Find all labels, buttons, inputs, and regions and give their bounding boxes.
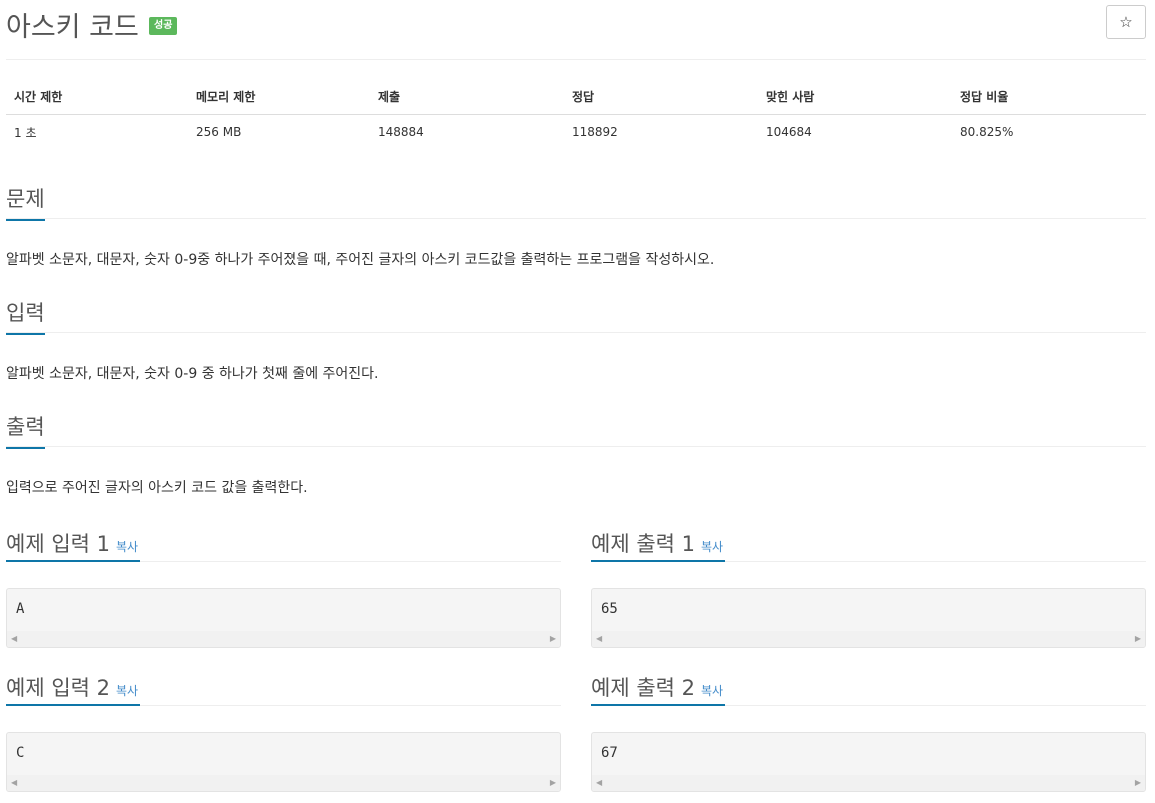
- sample-output-2-title: 예제 출력 2 복사: [591, 672, 726, 706]
- problem-title-row: 아스키 코드 성공 ☆: [6, 0, 1146, 60]
- sample-output-1-header: 예제 출력 1 복사: [591, 518, 1146, 562]
- scroll-right-arrow-icon[interactable]: ▶: [550, 778, 556, 787]
- time-limit-value: 1 초: [14, 125, 37, 140]
- sample-input-1: 예제 입력 1 복사 A ◀ ▶: [6, 518, 561, 648]
- sample-input-1-text: A: [16, 601, 25, 617]
- sample-output-1: 예제 출력 1 복사 65 ◀ ▶: [591, 518, 1146, 648]
- scroll-left-arrow-icon[interactable]: ◀: [11, 778, 17, 787]
- scroll-right-arrow-icon[interactable]: ▶: [1135, 778, 1141, 787]
- sample-output-2-box: 67 ◀ ▶: [591, 732, 1146, 792]
- copy-sample-input-2-link[interactable]: 복사: [116, 684, 138, 698]
- sample-input-2-title-text: 예제 입력 2: [6, 676, 110, 700]
- section-output-title: 출력: [6, 411, 45, 449]
- solved-users-value: 104684: [766, 125, 812, 140]
- page-title: 아스키 코드: [6, 12, 139, 43]
- section-input: 입력 알파벳 소문자, 대문자, 숫자 0-9 중 하나가 첫째 줄에 주어진다…: [6, 295, 1146, 383]
- table-header-row: 시간 제한 메모리 제한 제출 정답 맞힌 사람 정답 비율: [6, 80, 1146, 115]
- copy-sample-output-1-link[interactable]: 복사: [701, 540, 723, 554]
- star-icon: ☆: [1119, 13, 1133, 31]
- table-row: 1 초 256 MB 148884 118892 104684 80.825%: [6, 114, 1146, 150]
- copy-sample-output-2-link[interactable]: 복사: [701, 684, 723, 698]
- horizontal-scrollbar[interactable]: ◀ ▶: [592, 775, 1145, 791]
- accepted-value: 118892: [572, 125, 618, 140]
- header-accepted: 정답: [564, 80, 758, 115]
- section-input-header: 입력: [6, 295, 1146, 335]
- sample-input-1-header: 예제 입력 1 복사: [6, 518, 561, 562]
- scroll-left-arrow-icon[interactable]: ◀: [596, 634, 602, 643]
- horizontal-scrollbar[interactable]: ◀ ▶: [592, 631, 1145, 647]
- accept-ratio-value: 80.825%: [960, 125, 1014, 140]
- horizontal-scrollbar[interactable]: ◀ ▶: [7, 775, 560, 791]
- submissions-value: 148884: [378, 125, 424, 140]
- sample-input-1-title: 예제 입력 1 복사: [6, 528, 141, 562]
- section-description-text: 알파벳 소문자, 대문자, 숫자 0-9중 하나가 주어졌을 때, 주어진 글자…: [6, 252, 715, 268]
- memory-limit-value: 256 MB: [196, 125, 242, 140]
- header-submissions: 제출: [370, 80, 564, 115]
- scroll-left-arrow-icon[interactable]: ◀: [11, 634, 17, 643]
- scroll-right-arrow-icon[interactable]: ▶: [1135, 634, 1141, 643]
- header-time-limit: 시간 제한: [6, 80, 188, 115]
- sample-input-2-title: 예제 입력 2 복사: [6, 672, 141, 706]
- sample-output-1-title-text: 예제 출력 1: [591, 532, 695, 556]
- header-memory-limit: 메모리 제한: [188, 80, 370, 115]
- horizontal-scrollbar[interactable]: ◀ ▶: [7, 631, 560, 647]
- section-output-header: 출력: [6, 409, 1146, 449]
- header-accept-ratio: 정답 비율: [952, 80, 1146, 115]
- header-solved-users: 맞힌 사람: [758, 80, 952, 115]
- sample-output-2: 예제 출력 2 복사 67 ◀ ▶: [591, 662, 1146, 792]
- sample-output-1-title: 예제 출력 1 복사: [591, 528, 726, 562]
- section-input-text: 알파벳 소문자, 대문자, 숫자 0-9 중 하나가 첫째 줄에 주어진다.: [6, 366, 379, 382]
- scroll-right-arrow-icon[interactable]: ▶: [550, 634, 556, 643]
- section-description-header: 문제: [6, 181, 1146, 221]
- sample-output-1-text: 65: [601, 601, 618, 617]
- sample-input-2: 예제 입력 2 복사 C ◀ ▶: [6, 662, 561, 792]
- sample-output-2-text: 67: [601, 745, 618, 761]
- status-badge: 성공: [149, 17, 178, 35]
- scroll-left-arrow-icon[interactable]: ◀: [596, 778, 602, 787]
- copy-sample-input-1-link[interactable]: 복사: [116, 540, 138, 554]
- sample-input-1-title-text: 예제 입력 1: [6, 532, 110, 556]
- sample-output-2-title-text: 예제 출력 2: [591, 676, 695, 700]
- section-output-text: 입력으로 주어진 글자의 아스키 코드 값을 출력한다.: [6, 480, 308, 496]
- section-output: 출력 입력으로 주어진 글자의 아스키 코드 값을 출력한다.: [6, 409, 1146, 497]
- sample-input-2-text: C: [16, 745, 25, 761]
- sample-input-1-box: A ◀ ▶: [6, 588, 561, 648]
- section-input-title: 입력: [6, 297, 45, 335]
- section-description: 문제 알파벳 소문자, 대문자, 숫자 0-9중 하나가 주어졌을 때, 주어진…: [6, 181, 1146, 269]
- sample-input-2-header: 예제 입력 2 복사: [6, 662, 561, 706]
- sample-input-2-box: C ◀ ▶: [6, 732, 561, 792]
- sample-output-2-header: 예제 출력 2 복사: [591, 662, 1146, 706]
- problem-info-table: 시간 제한 메모리 제한 제출 정답 맞힌 사람 정답 비율 1 초 256 M…: [6, 80, 1146, 150]
- section-description-title: 문제: [6, 183, 45, 221]
- sample-output-1-box: 65 ◀ ▶: [591, 588, 1146, 648]
- favorite-star-button[interactable]: ☆: [1106, 5, 1146, 39]
